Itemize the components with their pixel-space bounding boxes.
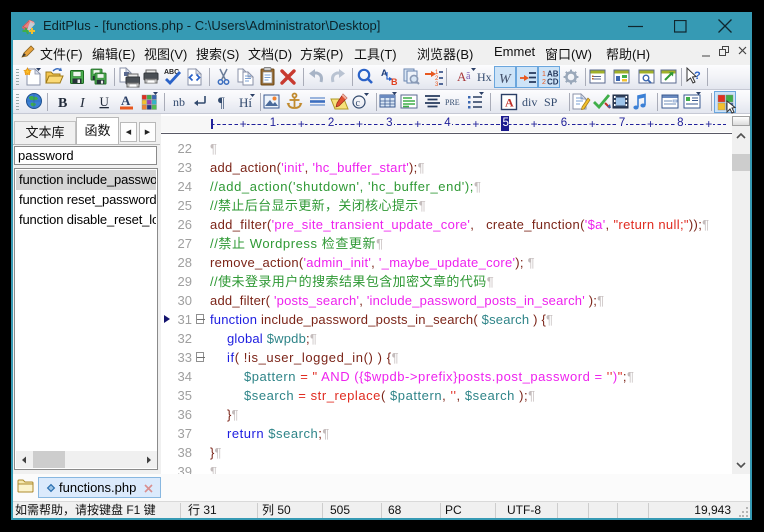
svg-text:PRE: PRE: [445, 98, 460, 107]
svg-text:ã: ã: [466, 71, 471, 82]
svg-text:Hí: Hí: [239, 95, 252, 110]
svg-text:c: c: [356, 98, 361, 109]
svg-text:I: I: [79, 96, 86, 111]
svg-text:U: U: [100, 94, 110, 109]
svg-text:SP: SP: [544, 95, 558, 109]
svg-text:¶: ¶: [218, 95, 225, 111]
svg-text:W: W: [499, 72, 512, 87]
svg-text:A: A: [505, 96, 514, 110]
svg-text:2: 2: [542, 79, 546, 86]
svg-text:div: div: [522, 95, 537, 109]
svg-text:B: B: [58, 96, 67, 111]
svg-text:Hx: Hx: [477, 70, 492, 84]
svg-text:?: ?: [694, 70, 701, 82]
svg-text:A: A: [121, 93, 131, 108]
svg-text:3: 3: [435, 82, 439, 88]
svg-text:CD: CD: [547, 78, 559, 87]
svg-text:B: B: [391, 77, 398, 87]
svg-text:1: 1: [542, 71, 546, 78]
svg-text:nb: nb: [173, 95, 185, 109]
